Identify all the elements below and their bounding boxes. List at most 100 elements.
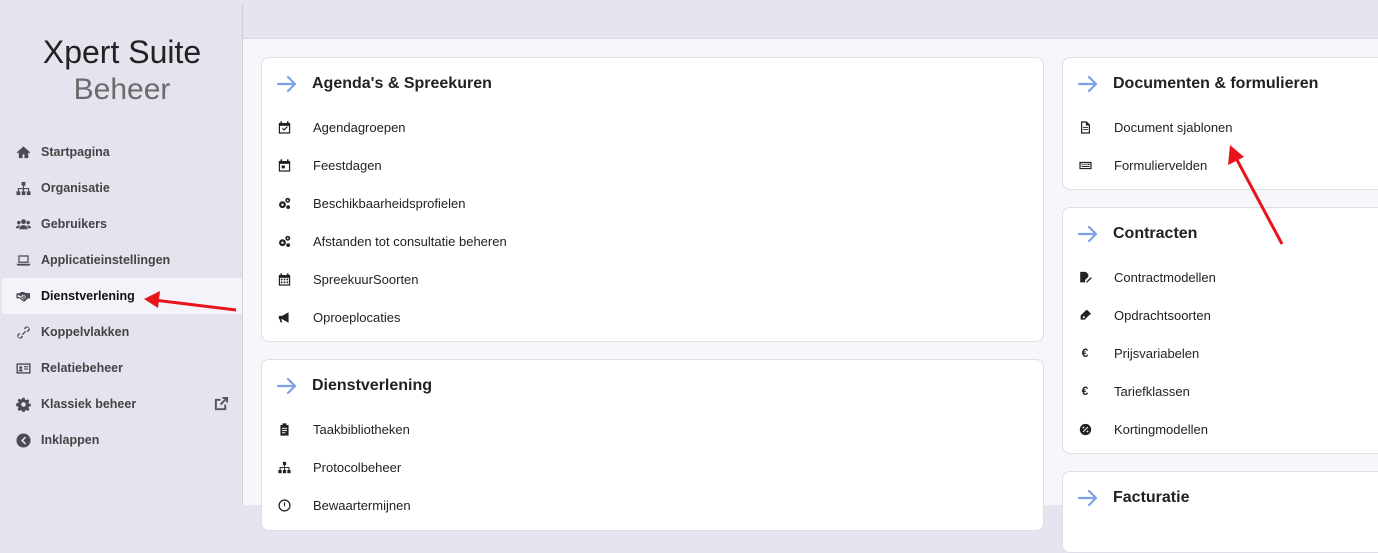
sidebar-item-label: Organisatie (41, 181, 110, 195)
card-item-list: Taakbibliotheken Protocolbeheer Bewaarte… (276, 410, 411, 524)
card-title: Facturatie (1113, 489, 1190, 506)
arrow-right-icon (1077, 224, 1099, 244)
sidebar-item-label: Relatiebeheer (41, 361, 123, 375)
item-label: Feestdagen (313, 157, 382, 173)
card-title: Documenten & formulieren (1113, 75, 1319, 92)
sidebar-item-label: Applicatieinstellingen (41, 253, 171, 267)
sidebar-item-label: Startpagina (41, 145, 110, 159)
item-label: Prijsvariabelen (1114, 345, 1200, 361)
sidebar-item-koppelvlakken[interactable]: Koppelvlakken (2, 314, 242, 350)
card-title: Agenda's & Spreekuren (312, 75, 492, 92)
sitemap-icon (15, 180, 31, 196)
euro-icon: € (1081, 384, 1089, 398)
link-formuliervelden[interactable]: Formuliervelden (1077, 146, 1233, 184)
item-label: Agendagroepen (313, 119, 406, 135)
sidebar-item-label: Klassiek beheer (41, 397, 137, 411)
sidebar-item-label: Gebruikers (41, 217, 108, 231)
card-header: Documenten & formulieren (1077, 72, 1318, 96)
link-spreekuursoorten[interactable]: SpreekuurSoorten (276, 260, 507, 298)
link-feestdagen[interactable]: Feestdagen (276, 146, 507, 184)
clock-icon (276, 497, 292, 513)
percent-badge-icon (1077, 421, 1093, 437)
link-document-sjablonen[interactable]: Document sjablonen (1077, 108, 1233, 146)
link-prijsvariabelen[interactable]: € Prijsvariabelen (1077, 334, 1216, 372)
handshake-icon (15, 288, 31, 304)
link-oproeplocaties[interactable]: Oproeplocaties (276, 298, 507, 336)
id-card-icon (15, 360, 31, 376)
arrow-right-icon (276, 376, 298, 396)
sidebar-item-startpagina[interactable]: Startpagina (2, 134, 242, 170)
card-header: Facturatie (1077, 486, 1189, 510)
card-header: Contracten (1077, 222, 1197, 246)
top-bar (243, 3, 1378, 39)
item-label: Contractmodellen (1114, 269, 1216, 285)
link-contractmodellen[interactable]: Contractmodellen (1077, 258, 1216, 296)
euro-icon: € (1081, 346, 1089, 360)
gears-icon (276, 233, 292, 249)
brand-title: Xpert Suite (42, 34, 202, 70)
card-documenten-formulieren: Documenten & formulieren Document sjablo… (1062, 57, 1378, 190)
item-label: Taakbibliotheken (313, 421, 410, 437)
item-label: Afstanden tot consultatie beheren (313, 233, 507, 249)
arrow-right-icon (1077, 488, 1099, 508)
item-label: Document sjablonen (1114, 119, 1233, 135)
link-tariefklassen[interactable]: € Tariefklassen (1077, 372, 1216, 410)
sitemap-icon (276, 459, 292, 475)
sidebar-item-label: Inklappen (41, 433, 100, 447)
card-title: Dienstverlening (312, 377, 433, 394)
link-afstanden-consultatie[interactable]: Afstanden tot consultatie beheren (276, 222, 507, 260)
item-label: Formuliervelden (1114, 157, 1208, 173)
item-label: Bewaartermijnen (313, 497, 411, 513)
sidebar-item-inklappen[interactable]: Inklappen (2, 422, 242, 458)
gears-icon (276, 195, 292, 211)
users-icon (15, 216, 31, 232)
link-bewaartermijnen[interactable]: Bewaartermijnen (276, 486, 411, 524)
brand-subtitle: Beheer (73, 73, 171, 106)
calendar-check-icon (276, 119, 292, 135)
arrow-right-icon (1077, 74, 1099, 94)
item-label: Kortingmodellen (1114, 421, 1208, 437)
sidebar-item-gebruikers[interactable]: Gebruikers (2, 206, 242, 242)
card-item-list: Document sjablonen Formuliervelden (1077, 108, 1233, 184)
item-label: Opdrachtsoorten (1114, 307, 1211, 323)
link-agendagroepen[interactable]: Agendagroepen (276, 108, 507, 146)
link-icon (15, 324, 31, 340)
external-link-icon[interactable] (214, 396, 230, 412)
chevron-left-circle-icon (15, 432, 31, 448)
sidebar-item-relatiebeheer[interactable]: Relatiebeheer (2, 350, 242, 386)
card-dienstverlening: Dienstverlening Taakbibliotheken Protoco… (261, 359, 1044, 531)
sidebar-nav: Startpagina Organisatie Gebruikers Appli… (2, 134, 242, 458)
card-item-list: Agendagroepen Feestdagen Beschikbaarheid… (276, 108, 507, 336)
megaphone-icon (276, 309, 292, 325)
card-facturatie: Facturatie (1062, 471, 1378, 553)
item-label: SpreekuurSoorten (313, 271, 419, 287)
item-label: Beschikbaarheidsprofielen (313, 195, 466, 211)
link-protocolbeheer[interactable]: Protocolbeheer (276, 448, 411, 486)
sidebar-item-klassiek-beheer[interactable]: Klassiek beheer (2, 386, 242, 422)
arrow-right-icon (276, 74, 298, 94)
link-beschikbaarheidsprofielen[interactable]: Beschikbaarheidsprofielen (276, 184, 507, 222)
link-opdrachtsoorten[interactable]: Opdrachtsoorten (1077, 296, 1216, 334)
home-icon (15, 144, 31, 160)
card-agenda-spreekuren: Agenda's & Spreekuren Agendagroepen Fees… (261, 57, 1044, 342)
gear-icon (15, 396, 31, 412)
card-title: Contracten (1113, 225, 1198, 242)
laptop-icon (15, 252, 31, 268)
file-icon (1077, 119, 1093, 135)
item-label: Tariefklassen (1114, 383, 1190, 399)
calendar-grid-icon (276, 271, 292, 287)
keyboard-icon (1077, 157, 1093, 173)
card-header: Dienstverlening (276, 374, 432, 398)
item-label: Oproeplocaties (313, 309, 401, 325)
calendar-day-icon (276, 157, 292, 173)
link-kortingmodellen[interactable]: Kortingmodellen (1077, 410, 1216, 448)
sidebar: Xpert Suite Beheer Startpagina Organisat… (2, 3, 243, 505)
item-label: Protocolbeheer (313, 459, 402, 475)
pen-nib-icon (1077, 307, 1093, 323)
link-taakbibliotheken[interactable]: Taakbibliotheken (276, 410, 411, 448)
card-header: Agenda's & Spreekuren (276, 72, 492, 96)
sidebar-item-applicatieinstellingen[interactable]: Applicatieinstellingen (2, 242, 242, 278)
clipboard-icon (276, 421, 292, 437)
sidebar-item-dienstverlening[interactable]: Dienstverlening (2, 278, 242, 314)
sidebar-item-organisatie[interactable]: Organisatie (2, 170, 242, 206)
